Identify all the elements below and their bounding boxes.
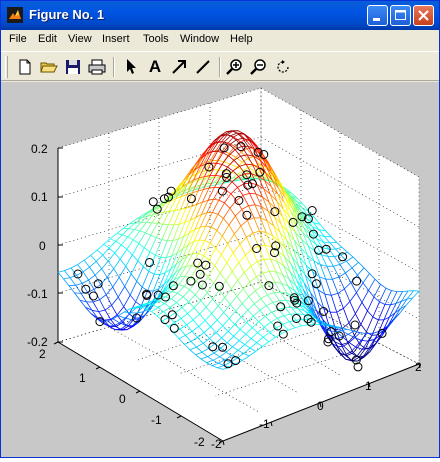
figure-canvas[interactable]: 0.2 0.1 0 -0.1 -0.2 2 1 0 -1 -2 -2 -1 0 … (1, 82, 439, 457)
toolbar-grip[interactable] (5, 56, 8, 78)
rotate-3d-icon[interactable] (273, 57, 293, 77)
mesh-segment (199, 240, 205, 241)
mesh-segment (154, 274, 160, 275)
y-tick-label: -1 (151, 413, 162, 427)
pointer-arrow-icon[interactable] (121, 57, 141, 77)
minimize-icon (368, 6, 387, 25)
toolbar-separator (219, 57, 221, 77)
window-title: Figure No. 1 (29, 7, 104, 22)
menu-window[interactable]: Window (180, 33, 219, 45)
toolbar-separator (113, 57, 115, 77)
arrow-tool-icon[interactable] (169, 57, 189, 77)
y-tick-label: 0 (119, 392, 126, 406)
mesh-segment (403, 291, 409, 292)
z-tick-label: 0.2 (31, 142, 48, 156)
y-tick-label: -2 (194, 435, 205, 449)
x-tick-label: -1 (259, 417, 270, 431)
figure-toolbar: A (1, 51, 439, 81)
save-icon[interactable] (63, 57, 83, 77)
x-tick-label: -2 (211, 437, 222, 451)
close-icon (414, 6, 433, 25)
menu-bar: File Edit View Insert Tools Window Help (1, 30, 439, 50)
maximize-icon (391, 6, 410, 25)
menu-file[interactable]: File (9, 33, 27, 45)
minimize-button[interactable] (367, 5, 388, 26)
zoom-in-icon[interactable] (225, 57, 245, 77)
mesh-segment (75, 293, 82, 294)
surface-plot[interactable]: 0.2 0.1 0 -0.1 -0.2 2 1 0 -1 -2 -2 -1 0 … (1, 82, 439, 457)
mesh-segment (269, 271, 276, 272)
text-tool-icon[interactable]: A (145, 57, 165, 77)
y-tick-label: 1 (79, 371, 86, 385)
menu-edit[interactable]: Edit (38, 33, 57, 45)
new-file-icon[interactable] (15, 57, 35, 77)
z-tick-label: -0.1 (27, 287, 48, 301)
menu-tools[interactable]: Tools (143, 33, 169, 45)
close-button[interactable] (413, 5, 434, 26)
title-bar[interactable]: Figure No. 1 (1, 1, 439, 30)
menu-view[interactable]: View (68, 33, 92, 45)
x-tick-label: 2 (415, 360, 422, 374)
y-tick-label: 2 (39, 347, 46, 361)
print-icon[interactable] (87, 57, 107, 77)
zoom-out-icon[interactable] (249, 57, 269, 77)
mesh-segment (69, 285, 76, 286)
menu-help[interactable]: Help (230, 33, 253, 45)
mesh-segment (414, 291, 420, 292)
open-folder-icon[interactable] (39, 57, 59, 77)
mesh-segment (121, 329, 128, 330)
figure-window: Figure No. 1 File Edit View Insert Tools… (0, 0, 440, 458)
maximize-button[interactable] (390, 5, 411, 26)
x-tick-label: 0 (317, 399, 324, 413)
menu-insert[interactable]: Insert (102, 33, 130, 45)
line-tool-icon[interactable] (193, 57, 213, 77)
z-tick-label: 0 (39, 239, 46, 253)
matlab-logo-icon (7, 7, 23, 23)
z-tick-label: 0.1 (31, 190, 48, 204)
mesh-segment (115, 330, 122, 331)
mesh-segment (274, 292, 281, 293)
x-tick-label: 1 (365, 379, 372, 393)
